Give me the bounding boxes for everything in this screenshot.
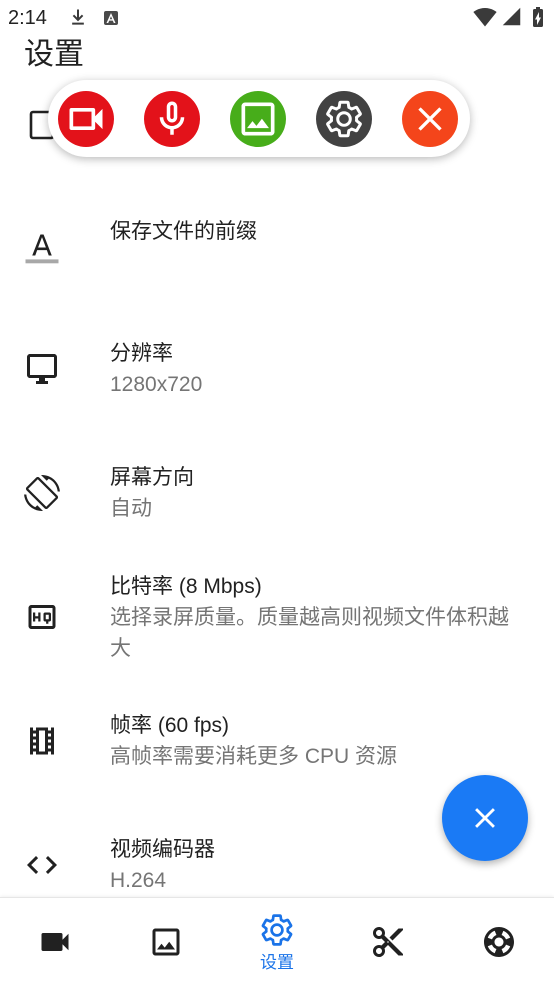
nav-item-record[interactable] <box>0 898 111 986</box>
setting-text: 屏幕方向 自动 <box>110 462 520 524</box>
setting-title: 保存文件的前缀 <box>110 220 257 243</box>
setting-title: 屏幕方向 <box>110 466 194 489</box>
image-icon <box>241 102 275 136</box>
scissors-icon <box>372 927 403 957</box>
battery-charging-icon <box>533 7 543 27</box>
film-icon <box>30 727 54 755</box>
download-icon <box>72 9 84 25</box>
setting-title: 分辨率 <box>110 342 173 365</box>
nav-item-settings[interactable]: 设置 <box>222 898 333 986</box>
text-format-icon <box>25 234 59 264</box>
toolbar-settings-button[interactable] <box>316 91 372 147</box>
nav-item-editor[interactable] <box>332 898 443 986</box>
setting-summary: 自动 <box>110 497 152 520</box>
wifi-icon <box>473 8 497 27</box>
setting-text: 帧率 (60 fps) 高帧率需要消耗更多 CPU 资源 <box>110 710 520 772</box>
page-title: 设置 <box>24 38 84 71</box>
setting-title: 帧率 (60 fps) <box>110 714 230 737</box>
floating-toolbar <box>48 80 470 157</box>
a-badge-icon <box>104 11 118 25</box>
nav-item-help[interactable] <box>443 898 554 986</box>
gear-icon <box>326 100 362 138</box>
setting-text: 分辨率 1280x720 <box>110 338 520 400</box>
nav-item-gallery[interactable] <box>111 898 222 986</box>
mic-icon <box>159 101 185 135</box>
toolbar-close-button[interactable] <box>402 91 458 147</box>
code-icon <box>27 856 57 874</box>
gear-icon <box>261 914 293 946</box>
setting-summary: 高帧率需要消耗更多 CPU 资源 <box>110 745 398 768</box>
setting-summary: H.264 <box>110 869 167 892</box>
signal-icon <box>502 7 521 26</box>
close-icon <box>418 107 442 131</box>
setting-orientation[interactable]: 屏幕方向 自动 <box>0 431 554 555</box>
setting-text: 保存文件的前缀 <box>110 212 520 278</box>
videocam-icon <box>41 933 69 951</box>
setting-summary: 选择录屏质量。质量越高则视频文件体积越大 <box>110 605 509 660</box>
screen-rotation-icon <box>24 475 60 511</box>
setting-title: 比特率 (8 Mbps) <box>110 574 262 598</box>
image-icon <box>152 928 180 956</box>
nav-label-settings: 设置 <box>259 953 294 972</box>
lifebuoy-icon <box>483 927 514 957</box>
record-audio-button[interactable] <box>144 91 200 147</box>
setting-text: 比特率 (8 Mbps) 选择录屏质量。质量越高则视频文件体积越大 <box>110 571 520 664</box>
status-time: 2:14 <box>8 7 47 29</box>
record-video-button[interactable] <box>58 91 114 147</box>
screenshot-button[interactable] <box>230 91 286 147</box>
setting-summary <box>110 247 520 278</box>
setting-summary: 1280x720 <box>110 373 203 396</box>
settings-screen: 2:14 设置 保存文件的前缀 分辨率 1280x720 屏幕方向 自动 比特率… <box>0 0 554 986</box>
videocam-icon <box>69 108 103 130</box>
setting-bitrate[interactable]: 比特率 (8 Mbps) 选择录屏质量。质量越高则视频文件体积越大 <box>0 555 554 679</box>
bottom-nav: 设置 <box>0 897 554 986</box>
monitor-icon <box>27 354 57 384</box>
setting-file-prefix[interactable]: 保存文件的前缀 <box>0 183 554 307</box>
hq-icon <box>28 605 56 629</box>
close-icon <box>475 808 495 828</box>
fab-close-button[interactable] <box>442 775 528 861</box>
setting-resolution[interactable]: 分辨率 1280x720 <box>0 307 554 431</box>
